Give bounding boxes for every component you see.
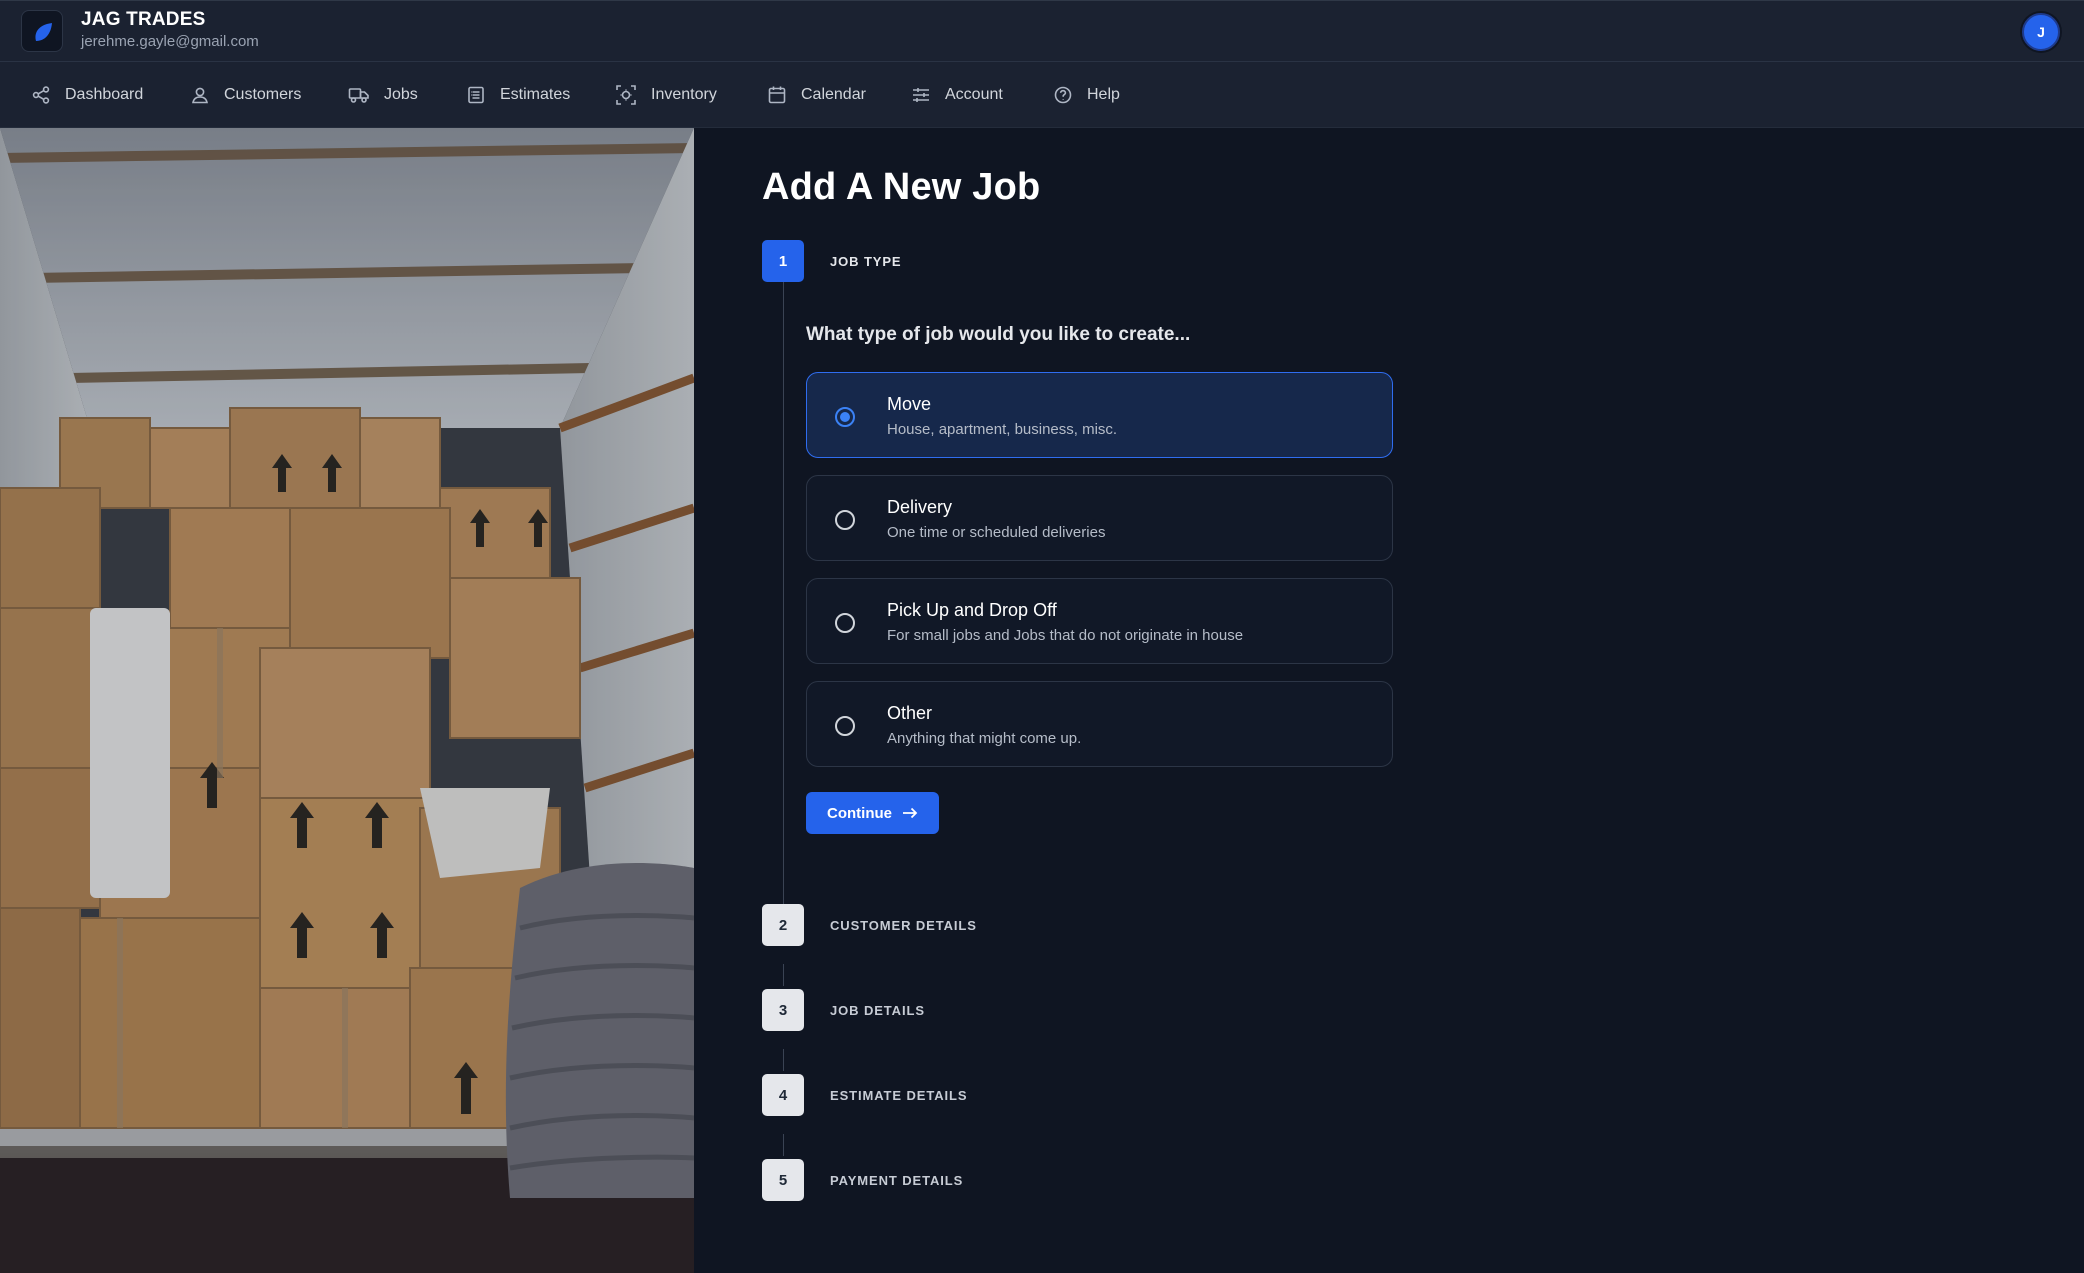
- nav-item-account[interactable]: Account: [911, 82, 1003, 108]
- nav-item-customers[interactable]: Customers: [190, 82, 301, 108]
- scan-icon: [616, 85, 636, 105]
- user-icon: [192, 87, 208, 104]
- calendar-icon: [768, 86, 786, 104]
- radio-button[interactable]: [835, 716, 855, 736]
- nav-label-estimates: Estimates: [500, 86, 571, 103]
- main-nav: Dashboard Customers Jobs Estimates Inven…: [0, 62, 2084, 128]
- step-2-badge: 2: [762, 904, 804, 946]
- step-1-badge: 1: [762, 240, 804, 282]
- option-title: Other: [887, 703, 933, 723]
- nav-item-estimates[interactable]: Estimates: [466, 82, 570, 108]
- step-connector: [783, 1049, 784, 1071]
- truck-icon: [348, 88, 369, 103]
- nav-label-calendar: Calendar: [801, 86, 866, 103]
- avatar[interactable]: J: [2022, 13, 2060, 51]
- brand-name: JAG TRADES: [81, 9, 206, 30]
- new-job-wizard: Add A New Job 1 JOB TYPE What type of jo…: [694, 128, 2084, 1273]
- option-description: For small jobs and Jobs that do not orig…: [887, 627, 1244, 644]
- nav-label-inventory: Inventory: [651, 86, 717, 103]
- sliders-icon: [913, 88, 929, 102]
- job-type-question: What type of job would you like to creat…: [806, 324, 1191, 345]
- continue-label: Continue: [827, 804, 892, 822]
- leaf-icon: [35, 23, 52, 41]
- nav-item-dashboard[interactable]: Dashboard: [31, 82, 143, 108]
- nav-label-dashboard: Dashboard: [65, 86, 144, 103]
- nav-label-customers: Customers: [224, 86, 302, 103]
- moving-truck-illustration: [0, 128, 694, 1273]
- job-type-option-delivery[interactable]: Delivery One time or scheduled deliverie…: [806, 475, 1393, 561]
- step-5-badge: 5: [762, 1159, 804, 1201]
- document-list-icon: [468, 86, 484, 104]
- arrow-right-icon: [903, 807, 918, 819]
- step-connector: [783, 282, 784, 922]
- user-email: jerehme.gayle@gmail.com: [81, 33, 259, 50]
- help-circle-icon: [1054, 86, 1072, 104]
- radio-button[interactable]: [835, 510, 855, 530]
- continue-button[interactable]: Continue: [806, 792, 939, 834]
- option-title: Delivery: [887, 497, 953, 517]
- job-type-option-move[interactable]: Move House, apartment, business, misc.: [806, 372, 1393, 458]
- step-3-badge: 3: [762, 989, 804, 1031]
- step-3-label: JOB DETAILS: [830, 1003, 925, 1018]
- option-title: Pick Up and Drop Off: [887, 600, 1057, 620]
- brand-logo[interactable]: [21, 10, 63, 52]
- radio-button[interactable]: [835, 407, 855, 427]
- share-nodes-icon: [32, 86, 50, 104]
- step-connector: [783, 1134, 784, 1156]
- radio-selected-dot: [840, 412, 850, 422]
- app-root: JAG TRADES jerehme.gayle@gmail.com J Das…: [0, 0, 2084, 1273]
- hero-image: [0, 128, 694, 1273]
- nav-item-jobs[interactable]: Jobs: [348, 82, 418, 108]
- nav-item-calendar[interactable]: Calendar: [767, 82, 866, 108]
- nav-label-help: Help: [1087, 86, 1120, 103]
- job-type-option-pickup-dropoff[interactable]: Pick Up and Drop Off For small jobs and …: [806, 578, 1393, 664]
- nav-item-inventory[interactable]: Inventory: [615, 82, 717, 108]
- top-header: JAG TRADES jerehme.gayle@gmail.com J: [0, 0, 2084, 62]
- page-title: Add A New Job: [762, 166, 1041, 208]
- job-type-option-other[interactable]: Other Anything that might come up.: [806, 681, 1393, 767]
- nav-label-account: Account: [945, 86, 1003, 103]
- app-frame: JAG TRADES jerehme.gayle@gmail.com J Das…: [0, 0, 2084, 1273]
- option-title: Move: [887, 394, 932, 414]
- option-description: One time or scheduled deliveries: [887, 524, 1106, 541]
- step-4-badge: 4: [762, 1074, 804, 1116]
- step-1-label: JOB TYPE: [830, 254, 902, 269]
- step-4-label: ESTIMATE DETAILS: [830, 1088, 968, 1103]
- step-5-label: PAYMENT DETAILS: [830, 1173, 964, 1188]
- option-description: House, apartment, business, misc.: [887, 421, 1118, 438]
- nav-item-help[interactable]: Help: [1053, 82, 1120, 108]
- option-description: Anything that might come up.: [887, 730, 1082, 747]
- step-2-label: CUSTOMER DETAILS: [830, 918, 977, 933]
- step-connector: [783, 964, 784, 986]
- nav-label-jobs: Jobs: [384, 86, 418, 103]
- radio-button[interactable]: [835, 613, 855, 633]
